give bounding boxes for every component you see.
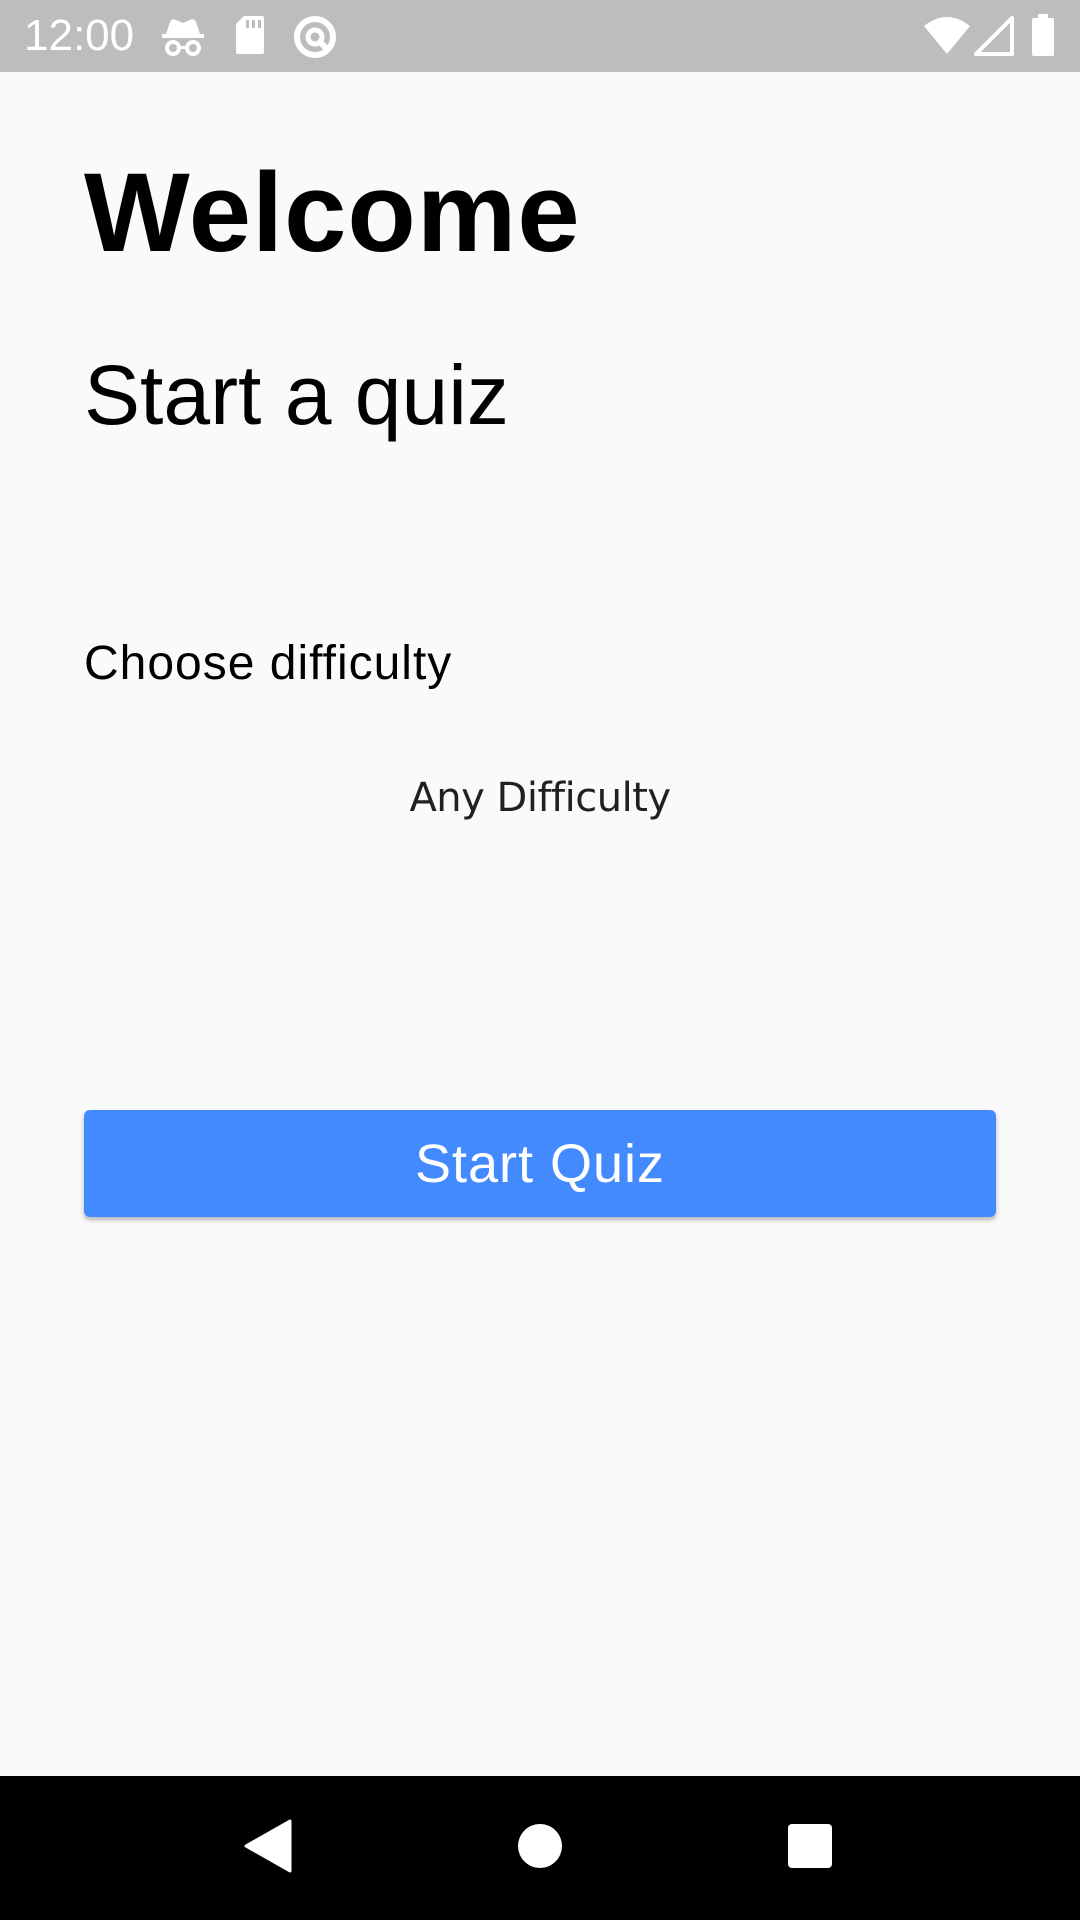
status-time: 12:00 <box>24 11 135 60</box>
navigation-bar <box>0 1776 1080 1920</box>
difficulty-dropdown[interactable]: Any Difficulty <box>300 764 780 832</box>
difficulty-selected-value: Any Difficulty <box>409 775 671 821</box>
status-bar: 12:00 <box>0 0 1080 72</box>
nav-recents-button[interactable] <box>730 1776 890 1920</box>
page-title: Welcome <box>84 150 581 275</box>
battery-icon <box>1030 14 1056 61</box>
back-icon <box>242 1819 292 1878</box>
wifi-icon <box>922 14 972 61</box>
home-icon <box>517 1823 563 1874</box>
recents-icon <box>787 1823 833 1874</box>
nav-home-button[interactable] <box>460 1776 620 1920</box>
difficulty-label: Choose difficulty <box>84 637 453 690</box>
page-subtitle: Start a quiz <box>84 348 509 442</box>
start-quiz-button-label: Start Quiz <box>414 1133 666 1194</box>
nav-back-button[interactable] <box>187 1776 347 1920</box>
screen: 12:00 Welcome Start a quiz Choose diffic… <box>0 0 1080 1920</box>
data-saver-icon <box>292 14 338 65</box>
incognito-icon <box>160 14 206 63</box>
cellular-signal-icon <box>974 16 1014 61</box>
sd-card-icon <box>234 14 266 61</box>
start-quiz-button[interactable]: Start Quiz <box>84 1110 996 1217</box>
